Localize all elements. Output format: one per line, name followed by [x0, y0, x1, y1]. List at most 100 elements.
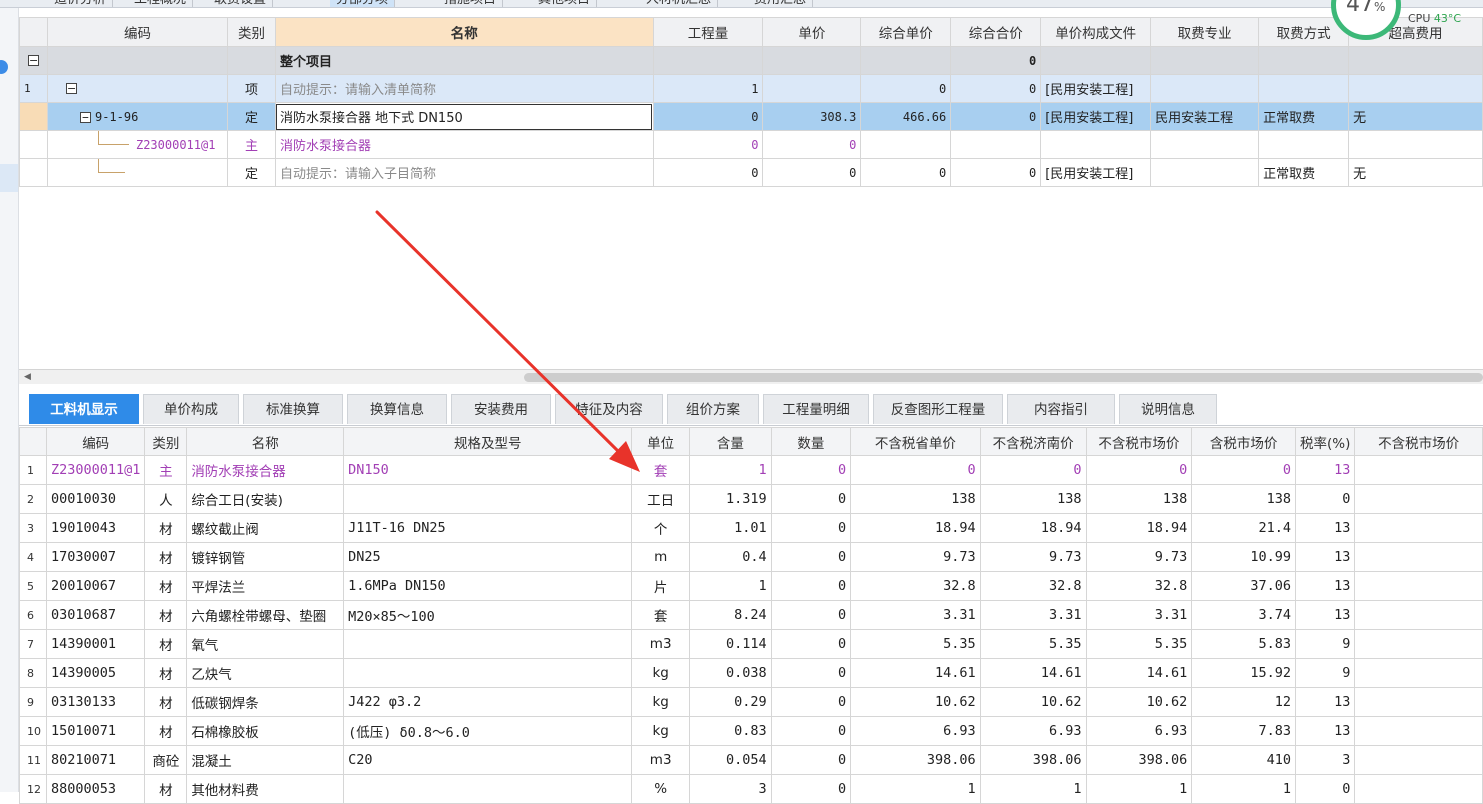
cell-tax-rate[interactable]: 9: [1294, 629, 1356, 659]
lower-header-code[interactable]: 编码: [45, 427, 146, 456]
cell-type[interactable]: 项: [226, 74, 276, 103]
collapse-icon[interactable]: −: [79, 111, 91, 123]
cell-name[interactable]: 螺纹截止阀: [186, 513, 345, 543]
cell-code[interactable]: 14390005: [45, 658, 146, 688]
cell-name-editor[interactable]: 消防水泵接合器 地下式 DN150: [274, 102, 654, 131]
cell-type[interactable]: 材: [144, 774, 188, 804]
cell-type[interactable]: [226, 46, 276, 75]
cell-tax-rate[interactable]: 9: [1294, 658, 1356, 688]
tab-items[interactable]: 分部分项: [330, 0, 396, 7]
table-row[interactable]: Z23000011@1 主 消防水泵接合器 0 0: [19, 130, 1483, 159]
cell-quantity[interactable]: 0: [770, 658, 852, 688]
tab-quantity-detail[interactable]: 工程量明细: [763, 394, 869, 424]
upper-header-comp-unit-price[interactable]: 综合单价: [860, 17, 952, 47]
cell-quantity[interactable]: [652, 46, 764, 75]
cell-market-price-tax[interactable]: 21.4: [1191, 513, 1296, 543]
upper-header-name[interactable]: 名称: [274, 17, 654, 47]
cell-fee-major[interactable]: [1150, 130, 1260, 159]
cell-market-total[interactable]: [1354, 774, 1483, 804]
upper-header-unit-price[interactable]: 单价: [762, 17, 862, 47]
cell-spec[interactable]: [343, 774, 633, 804]
cell-market-price-tax[interactable]: 5.83: [1191, 629, 1296, 659]
cell-code[interactable]: [46, 46, 228, 75]
cell-code[interactable]: 88000053: [45, 774, 146, 804]
cell-market-price[interactable]: 9.73: [1085, 542, 1193, 572]
cell-market-price[interactable]: 14.61: [1085, 658, 1193, 688]
cell-province-price[interactable]: 14.61: [850, 658, 981, 688]
upper-header-code[interactable]: 编码: [46, 17, 228, 47]
cell-jinan-price[interactable]: 9.73: [979, 542, 1087, 572]
cell-type[interactable]: 主: [144, 455, 188, 485]
cell-jinan-price[interactable]: 6.93: [979, 716, 1087, 746]
cell-market-price[interactable]: 32.8: [1085, 571, 1193, 601]
lower-header-type[interactable]: 类别: [144, 427, 188, 456]
cell-jinan-price[interactable]: 1: [979, 774, 1087, 804]
lower-header-jinan-price[interactable]: 不含税济南价: [979, 427, 1087, 456]
cell-unit-price[interactable]: 0: [762, 158, 862, 187]
cell-content[interactable]: 0.038: [689, 658, 772, 688]
cell-market-price[interactable]: 398.06: [1085, 745, 1193, 775]
cell-spec[interactable]: C20: [343, 745, 633, 775]
cell-jinan-price[interactable]: 32.8: [979, 571, 1087, 601]
table-row[interactable]: 11 80210071 商砼 混凝土 C20 m3 0.054 0 398.06 398.06 39…: [19, 745, 1483, 775]
cell-unit[interactable]: m3: [631, 629, 691, 659]
cell-market-price-tax[interactable]: 138: [1191, 484, 1296, 514]
cell-price-file[interactable]: [民用安装工程]: [1040, 102, 1152, 131]
upper-header-price-file[interactable]: 单价构成文件: [1040, 17, 1152, 47]
cell-province-price[interactable]: 9.73: [850, 542, 981, 572]
table-row[interactable]: 6 03010687 材六角螺栓带螺母、垫圈 M20×85～100 套 8.24 0 3.31…: [19, 600, 1483, 630]
collapse-icon[interactable]: −: [27, 55, 39, 66]
cell-tax-rate[interactable]: 13: [1294, 542, 1356, 572]
cell-content[interactable]: 8.24: [689, 600, 772, 630]
cell-province-price[interactable]: 5.35: [850, 629, 981, 659]
cell-market-total[interactable]: [1354, 687, 1483, 717]
cell-jinan-price[interactable]: 18.94: [979, 513, 1087, 543]
cell-spec[interactable]: [343, 484, 633, 514]
cell-market-total[interactable]: [1354, 658, 1483, 688]
cell-comp-total[interactable]: 0: [950, 102, 1042, 131]
cell-code[interactable]: 03010687: [45, 600, 146, 630]
cell-fee-method[interactable]: [1258, 46, 1350, 75]
cell-market-price-tax[interactable]: 12: [1191, 687, 1296, 717]
cell-content[interactable]: 0.29: [689, 687, 772, 717]
cell-content[interactable]: 1.319: [689, 484, 772, 514]
cell-market-price-tax[interactable]: 15.92: [1191, 658, 1296, 688]
cell-name[interactable]: 整个项目: [274, 46, 654, 75]
table-row[interactable]: 8 14390005 材乙炔气 kg 0.038 0 14.61 14.61 14.61 15.9…: [19, 658, 1483, 688]
cell-province-price[interactable]: 138: [850, 484, 981, 514]
cell-name[interactable]: 混凝土: [186, 745, 345, 775]
cell-extra-fee[interactable]: [1348, 130, 1483, 159]
cell-spec[interactable]: 1.6MPa DN150: [343, 571, 633, 601]
cell-comp-unit-price[interactable]: 466.66: [860, 102, 952, 131]
lower-header-content[interactable]: 含量: [689, 427, 772, 456]
cell-jinan-price[interactable]: 138: [979, 484, 1087, 514]
cell-market-price-tax[interactable]: 1: [1191, 774, 1296, 804]
tab-price-composition[interactable]: 单价构成: [143, 394, 239, 424]
cell-quantity[interactable]: 0: [770, 774, 852, 804]
cell-province-price[interactable]: 398.06: [850, 745, 981, 775]
cell-market-price[interactable]: 1: [1085, 774, 1193, 804]
cell-market-price[interactable]: 5.35: [1085, 629, 1193, 659]
cell-comp-total[interactable]: 0: [950, 74, 1042, 103]
tab-fee-settings[interactable]: 取费设置: [208, 0, 274, 7]
cell-comp-total[interactable]: 0: [950, 158, 1042, 187]
cell-jinan-price[interactable]: 10.62: [979, 687, 1087, 717]
tab-features-content[interactable]: 特征及内容: [555, 394, 663, 424]
cell-quantity[interactable]: 0: [652, 130, 764, 159]
cell-tax-rate[interactable]: 13: [1294, 716, 1356, 746]
cell-comp-unit-price[interactable]: 0: [860, 74, 952, 103]
cell-province-price[interactable]: 1: [850, 774, 981, 804]
lower-header-unit[interactable]: 单位: [631, 427, 691, 456]
cell-spec[interactable]: J11T-16 DN25: [343, 513, 633, 543]
cell-spec[interactable]: M20×85～100: [343, 600, 633, 630]
cell-name[interactable]: 低碳钢焊条: [186, 687, 345, 717]
cell-jinan-price[interactable]: 398.06: [979, 745, 1087, 775]
cell-name[interactable]: 六角螺栓带螺母、垫圈: [186, 600, 345, 630]
cell-province-price[interactable]: 3.31: [850, 600, 981, 630]
cell-market-total[interactable]: [1354, 571, 1483, 601]
collapse-icon[interactable]: −: [65, 83, 77, 94]
cell-name[interactable]: 消防水泵接合器: [274, 130, 654, 159]
lower-header-province-price[interactable]: 不含税省单价: [850, 427, 981, 456]
cell-type[interactable]: 材: [144, 687, 188, 717]
cell-quantity[interactable]: 0: [652, 102, 764, 131]
